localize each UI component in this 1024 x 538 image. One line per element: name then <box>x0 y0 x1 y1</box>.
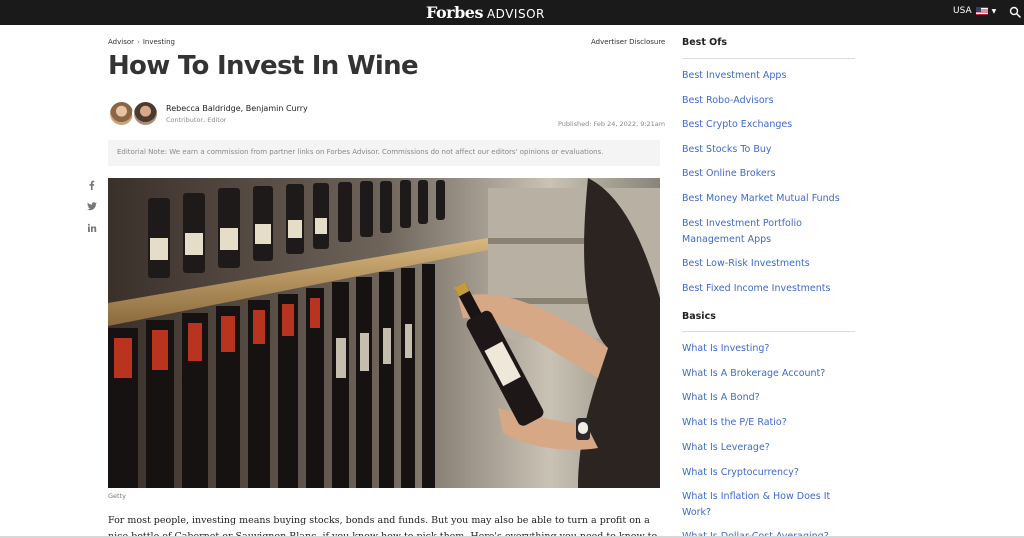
search-icon[interactable] <box>1009 6 1021 18</box>
sidebar-link-best-robo-advisors[interactable]: Best Robo-Advisors <box>682 93 854 109</box>
image-credit: Getty <box>108 492 126 500</box>
logo-forbes-text: Forbes <box>426 3 483 22</box>
advertiser-disclosure-link[interactable]: Advertiser Disclosure <box>591 38 665 46</box>
author-names[interactable]: Rebecca Baldridge, Benjamin Curry <box>166 104 308 113</box>
sidebar-link-what-is-bond[interactable]: What Is A Bond? <box>682 390 854 406</box>
linkedin-icon[interactable] <box>86 222 98 234</box>
facebook-icon[interactable] <box>86 179 98 191</box>
sidebar-link-best-fixed-income[interactable]: Best Fixed Income Investments <box>682 281 854 297</box>
sidebar-link-best-low-risk-investments[interactable]: Best Low-Risk Investments <box>682 256 854 272</box>
editorial-note-box: Editorial Note: We earn a commission fro… <box>108 140 660 166</box>
wine-shop-illustration <box>108 178 660 488</box>
region-selector[interactable]: USA ▼ <box>953 6 996 16</box>
sidebar-link-best-stocks-to-buy[interactable]: Best Stocks To Buy <box>682 142 854 158</box>
breadcrumb-separator: › <box>137 38 140 46</box>
article-intro-paragraph: For most people, investing means buying … <box>108 515 658 538</box>
sidebar-link-what-is-investing[interactable]: What Is Investing? <box>682 341 854 357</box>
sidebar-divider <box>682 58 855 59</box>
author-roles: Contributor, Editor <box>166 116 227 124</box>
top-navigation-bar: Forbes ADVISOR USA ▼ <box>0 0 1024 25</box>
sidebar-heading-best-ofs: Best Ofs <box>682 37 728 48</box>
published-date: Published: Feb 24, 2022, 9:21am <box>558 120 666 128</box>
hero-image-wine-shelves <box>108 178 660 488</box>
sidebar-link-what-is-pe-ratio[interactable]: What Is the P/E Ratio? <box>682 415 854 431</box>
chevron-down-icon: ▼ <box>991 7 997 15</box>
sidebar-link-best-money-market-funds[interactable]: Best Money Market Mutual Funds <box>682 191 854 207</box>
sidebar-link-best-crypto-exchanges[interactable]: Best Crypto Exchanges <box>682 117 854 133</box>
sidebar-heading-basics: Basics <box>682 311 716 322</box>
breadcrumb-investing[interactable]: Investing <box>143 38 175 46</box>
author-avatar-benjamin[interactable] <box>132 100 159 127</box>
sidebar-divider <box>682 331 855 332</box>
sidebar-link-best-investment-apps[interactable]: Best Investment Apps <box>682 68 854 84</box>
sidebar-link-best-portfolio-management-apps[interactable]: Best Investment Portfolio Management App… <box>682 216 854 248</box>
editorial-note-text: Editorial Note: We earn a commission fro… <box>117 148 604 156</box>
sidebar-link-best-online-brokers[interactable]: Best Online Brokers <box>682 166 854 182</box>
sidebar-link-what-is-inflation[interactable]: What Is Inflation & How Does It Work? <box>682 489 854 521</box>
page-title: How To Invest In Wine <box>108 51 419 81</box>
twitter-icon[interactable] <box>86 200 98 212</box>
sidebar-link-what-is-cryptocurrency[interactable]: What Is Cryptocurrency? <box>682 465 854 481</box>
us-flag-icon <box>975 7 988 15</box>
sidebar-link-what-is-leverage[interactable]: What Is Leverage? <box>682 440 854 456</box>
region-label: USA <box>953 6 972 16</box>
forbes-advisor-logo[interactable]: Forbes ADVISOR <box>426 3 545 22</box>
breadcrumb: Advisor › Investing <box>108 38 175 46</box>
author-avatar-rebecca[interactable] <box>108 100 135 127</box>
logo-advisor-text: ADVISOR <box>486 7 545 21</box>
breadcrumb-advisor[interactable]: Advisor <box>108 38 134 46</box>
sidebar-link-what-is-brokerage-account[interactable]: What Is A Brokerage Account? <box>682 366 854 382</box>
